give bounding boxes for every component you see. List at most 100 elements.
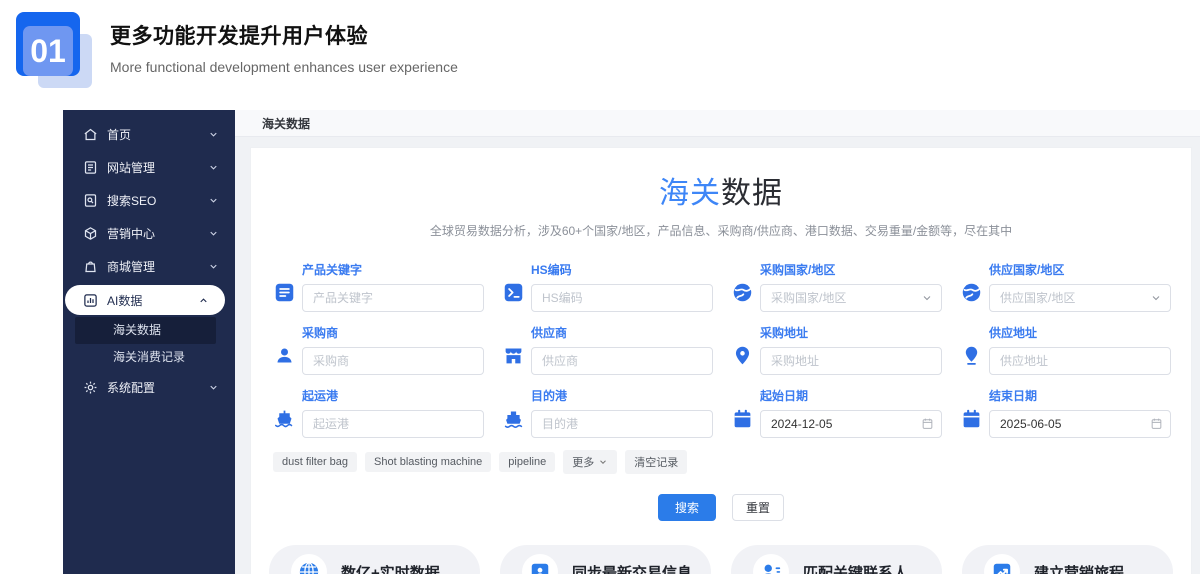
location-pin-icon: [960, 324, 982, 375]
field-label: 供应商: [531, 324, 713, 341]
sidebar: 首页 网站管理 搜索SEO: [63, 110, 235, 574]
breadcrumb-bar: 海关数据: [235, 110, 1200, 137]
trend-icon: [984, 554, 1020, 574]
home-icon: [83, 127, 98, 142]
feature-label: 建立营销旅程: [1034, 562, 1124, 574]
field-departure-port: 起运港: [273, 387, 484, 438]
section-subtitle: More functional development enhances use…: [110, 59, 458, 75]
search-form: 产品关键字 HS编码: [273, 261, 1171, 438]
feature-marketing-journey[interactable]: 建立营销旅程: [962, 545, 1173, 574]
feature-key-contacts[interactable]: 匹配关键联系人: [731, 545, 942, 574]
feature-label: 匹配关键联系人: [803, 562, 908, 574]
website-icon: [83, 160, 98, 175]
main-area: 海关数据 海关数据 全球贸易数据分析，涉及60+个国家/地区，产品信息、采购商/…: [235, 110, 1200, 574]
marketing-icon: [83, 226, 98, 241]
location-icon: [731, 324, 753, 375]
field-label: 供应国家/地区: [989, 261, 1171, 278]
more-chip[interactable]: 更多: [563, 450, 617, 474]
buyer-input[interactable]: [302, 347, 484, 375]
sidebar-item-seo[interactable]: 搜索SEO: [63, 184, 235, 217]
sidebar-item-label: AI数据: [107, 292, 142, 309]
keyword-chip[interactable]: Shot blasting machine: [365, 452, 491, 472]
section-header: 01 更多功能开发提升用户体验 More functional developm…: [14, 8, 458, 90]
calendar-icon: [960, 387, 982, 438]
calendar-icon: [731, 387, 753, 438]
field-buyer: 采购商: [273, 324, 484, 375]
seo-icon: [83, 193, 98, 208]
field-label: 目的港: [531, 387, 713, 404]
supply-address-input[interactable]: [989, 347, 1171, 375]
field-label: 供应地址: [989, 324, 1171, 341]
chevron-down-icon: [208, 195, 219, 206]
keyword-chip[interactable]: pipeline: [499, 452, 555, 472]
field-hs-code: HS编码: [502, 261, 713, 312]
sidebar-item-ai-data[interactable]: AI数据: [65, 285, 225, 315]
keyword-chip[interactable]: dust filter bag: [273, 452, 357, 472]
cargo-ship-icon: [502, 387, 524, 438]
keyword-icon: [273, 261, 295, 312]
feature-realtime-data[interactable]: 数亿+实时数据: [269, 545, 480, 574]
reset-button[interactable]: 重置: [732, 494, 784, 521]
breadcrumb[interactable]: 海关数据: [262, 115, 310, 132]
destination-port-input[interactable]: [531, 410, 713, 438]
buy-address-input[interactable]: [760, 347, 942, 375]
sidebar-subitem-customs-records[interactable]: 海关消费记录: [63, 344, 235, 371]
store-icon: [502, 324, 524, 375]
page-title-highlight: 海关: [659, 177, 721, 210]
content-card: 海关数据 全球贸易数据分析，涉及60+个国家/地区，产品信息、采购商/供应商、港…: [250, 147, 1192, 574]
page-subtitle: 全球贸易数据分析，涉及60+个国家/地区，产品信息、采购商/供应商、港口数据、交…: [251, 222, 1191, 239]
field-supply-address: 供应地址: [960, 324, 1171, 375]
field-label: 产品关键字: [302, 261, 484, 278]
feature-label: 同步最新交易信息: [572, 562, 692, 574]
more-label: 更多: [572, 454, 594, 470]
departure-port-input[interactable]: [302, 410, 484, 438]
field-supply-country: 供应国家/地区: [960, 261, 1171, 312]
terminal-icon: [502, 261, 524, 312]
history-tags: dust filter bag Shot blasting machine pi…: [273, 450, 1191, 474]
field-buy-address: 采购地址: [731, 324, 942, 375]
start-date-input[interactable]: [760, 410, 942, 438]
page-title-rest: 数据: [721, 177, 783, 210]
supply-country-select[interactable]: [989, 284, 1171, 312]
feature-label: 数亿+实时数据: [341, 562, 440, 574]
header-text: 更多功能开发提升用户体验 More functional development…: [110, 8, 458, 90]
globe-icon: [960, 261, 982, 312]
field-product-keyword: 产品关键字: [273, 261, 484, 312]
buy-country-select[interactable]: [760, 284, 942, 312]
search-button[interactable]: 搜索: [658, 494, 716, 521]
supplier-input[interactable]: [531, 347, 713, 375]
chevron-up-icon: [198, 295, 209, 306]
number-badge: 01: [14, 8, 98, 90]
ai-data-icon: [83, 293, 98, 308]
sidebar-item-website[interactable]: 网站管理: [63, 151, 235, 184]
sidebar-item-label: 首页: [107, 126, 131, 143]
field-start-date: 起始日期: [731, 387, 942, 438]
globe-icon: [731, 261, 753, 312]
sidebar-item-home[interactable]: 首页: [63, 118, 235, 151]
hs-code-input[interactable]: [531, 284, 713, 312]
chevron-down-icon: [598, 457, 608, 467]
end-date-input[interactable]: [989, 410, 1171, 438]
field-label: HS编码: [531, 261, 713, 278]
sidebar-item-marketing[interactable]: 营销中心: [63, 217, 235, 250]
id-card-icon: [522, 554, 558, 574]
page: 01 更多功能开发提升用户体验 More functional developm…: [0, 0, 1200, 574]
feature-sync-trades[interactable]: 同步最新交易信息: [500, 545, 711, 574]
gear-icon: [83, 380, 98, 395]
form-actions: 搜索 重置: [251, 494, 1191, 521]
section-title: 更多功能开发提升用户体验: [110, 20, 458, 50]
sidebar-item-mall[interactable]: 商城管理: [63, 250, 235, 283]
clear-records-chip[interactable]: 清空记录: [625, 450, 687, 474]
buyer-icon: [273, 324, 295, 375]
chevron-down-icon: [208, 129, 219, 140]
sidebar-item-settings[interactable]: 系统配置: [63, 371, 235, 404]
sidebar-item-label: 网站管理: [107, 159, 155, 176]
field-end-date: 结束日期: [960, 387, 1171, 438]
product-keyword-input[interactable]: [302, 284, 484, 312]
field-label: 起运港: [302, 387, 484, 404]
contact-icon: [753, 554, 789, 574]
chevron-down-icon: [208, 228, 219, 239]
field-label: 结束日期: [989, 387, 1171, 404]
sidebar-item-label: 商城管理: [107, 258, 155, 275]
sidebar-subitem-customs-data[interactable]: 海关数据: [75, 317, 216, 344]
